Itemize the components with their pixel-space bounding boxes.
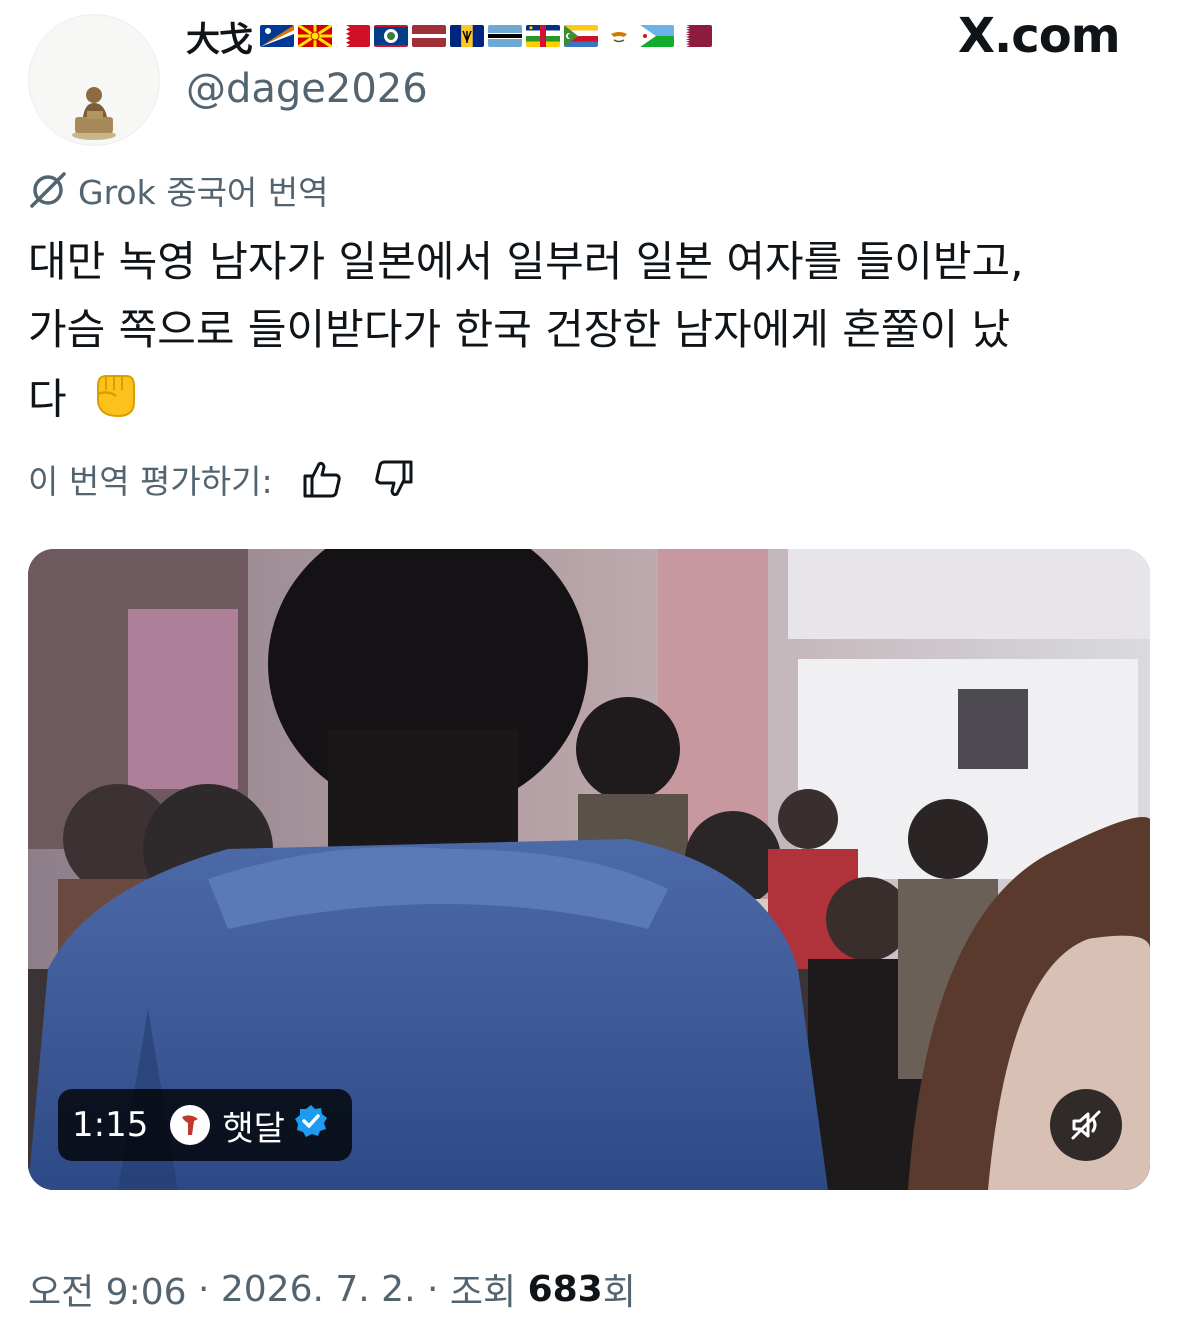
tweet-time[interactable]: 오전 9:06: [28, 1263, 187, 1315]
meta-separator: ·: [415, 1268, 450, 1310]
views-suffix: 회: [602, 1272, 636, 1313]
tweet-text-line-last: 다: [28, 364, 1158, 440]
flag-comoros-icon: [564, 25, 598, 47]
flag-central-african-republic-icon: [526, 25, 560, 47]
grok-icon: [30, 172, 66, 208]
site-logo-label: X.com: [958, 8, 1121, 64]
author-name-row: 大戈: [186, 12, 712, 61]
flag-belize-icon: [374, 25, 408, 47]
tweet-text-line: 대만 녹영 남자가 일본에서 일부러 일본 여자를 들이받고,: [28, 237, 1024, 286]
flag-barbados-icon: [450, 25, 484, 47]
flag-latvia-icon: [412, 25, 446, 47]
views-prefix: 조회: [449, 1272, 528, 1313]
channel-name[interactable]: 햇달: [222, 1101, 285, 1150]
tweet-text-line: 다: [28, 374, 67, 424]
mute-toggle-button[interactable]: [1050, 1089, 1122, 1161]
rate-translation-row: 이 번역 평가하기:: [28, 454, 417, 504]
raised-fist-emoji: [86, 364, 142, 440]
tweet-text: 대만 녹영 남자가 일본에서 일부러 일본 여자를 들이받고, 가슴 쪽으로 들…: [28, 228, 1158, 440]
rate-translation-label: 이 번역 평가하기:: [28, 462, 273, 501]
views-count[interactable]: 683: [528, 1269, 603, 1310]
statue-avatar-icon: [72, 87, 116, 140]
flag-botswana-icon: [488, 25, 522, 47]
flag-north-macedonia-icon: [298, 25, 332, 47]
flag-cyprus-icon: [602, 25, 636, 47]
translation-source-label: Grok 중국어 번역: [78, 173, 329, 212]
tweet-meta-row: 오전 9:06 · 2026. 7. 2. · 조회 683 회: [28, 1262, 636, 1316]
video-player[interactable]: 1:15 햇달: [28, 549, 1150, 1190]
video-duration: 1:15: [72, 1105, 149, 1145]
channel-avatar: [170, 1105, 211, 1145]
translation-source-row: Grok 중국어 번역: [28, 168, 329, 212]
flag-bahrain-icon: [336, 25, 370, 47]
meta-separator: ·: [186, 1268, 221, 1310]
verified-badge-icon: [293, 1103, 329, 1148]
flag-qatar-icon: [678, 25, 712, 47]
thumbs-up-icon[interactable]: [299, 456, 345, 502]
author-handle[interactable]: @dage2026: [186, 66, 428, 112]
muted-speaker-icon: [1071, 1110, 1101, 1140]
tweet-text-line: 가슴 쪽으로 들이받다가 한국 건장한 남자에게 혼쭐이 났: [28, 305, 1011, 354]
flag-djibouti-icon: [640, 25, 674, 47]
flag-marshall-islands-icon: [260, 25, 294, 47]
thumbs-down-icon[interactable]: [371, 456, 417, 502]
video-info-pill: 1:15 햇달: [58, 1089, 352, 1161]
display-name[interactable]: 大戈: [186, 12, 253, 61]
tweet-date[interactable]: 2026. 7. 2.: [221, 1269, 416, 1310]
profile-avatar[interactable]: [28, 14, 160, 146]
